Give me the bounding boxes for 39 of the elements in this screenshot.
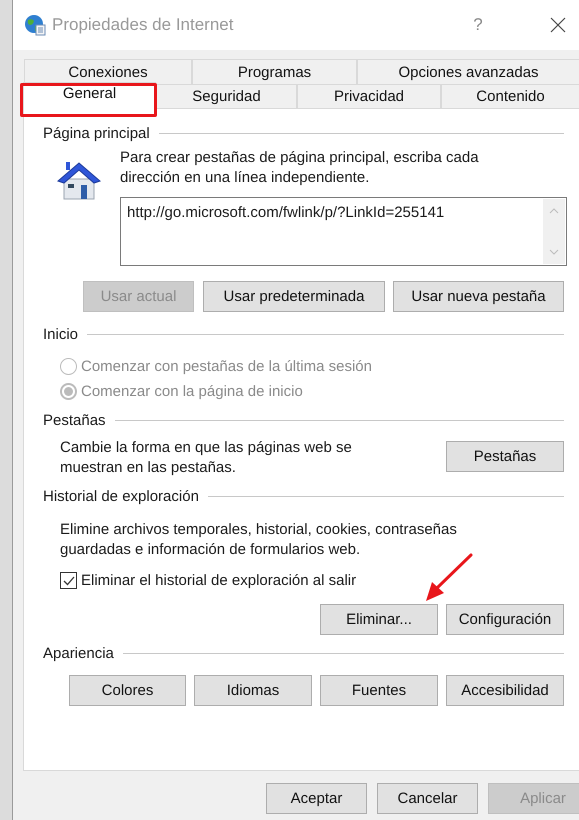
push-button[interactable]: Idiomas [194,675,312,706]
window-title: Propiedades de Internet [52,15,234,35]
scroll-up-icon[interactable] [549,208,559,214]
section-heading: Página principal [43,124,150,142]
dialog-button[interactable]: Cancelar [377,783,478,814]
section-heading: Pestañas [43,412,106,428]
tab[interactable]: Programas [192,59,357,84]
scrollbar[interactable] [543,199,565,264]
push-button[interactable]: Pestañas [446,441,564,472]
dialog-button[interactable]: Aceptar [266,783,367,814]
help-button[interactable]: ? [468,15,488,35]
tab[interactable]: Seguridad [156,84,297,108]
description: Cambie la forma en que las páginas web se muestran en las pestañas. [60,438,353,478]
check-icon [62,576,74,586]
section-heading: Inicio [43,326,78,342]
tab[interactable]: Opciones avanzadas [357,59,579,84]
globe-icon [24,14,46,36]
tab[interactable]: Privacidad [297,84,441,108]
push-button[interactable]: Accesibilidad [446,675,564,706]
push-button[interactable]: Eliminar... [320,604,438,635]
section-heading: Apariencia [43,644,114,662]
url-field[interactable]: http://go.microsoft.com/fwlink/p/?LinkId=255141 [120,197,567,266]
checkbox[interactable] [60,572,77,589]
checkbox-label: Eliminar el historial de exploración al salir [81,572,356,589]
radio-label: Comenzar con pestañas de la última sesión [81,358,372,375]
push-button[interactable]: Colores [69,675,186,706]
push-button[interactable]: Fuentes [320,675,438,706]
description: Para crear pestañas de página principal, escriba cada dirección en una línea independiente. [120,148,480,188]
tab[interactable]: Conexiones [24,59,192,84]
push-button[interactable]: Usar nueva pestaña [393,281,564,312]
push-button[interactable]: Configuración [446,604,564,635]
description: Elimine archivos temporales, historial, cookies, contraseñas guardadas e información de formularios web. [59,520,458,560]
house-icon [56,159,102,201]
close-icon[interactable] [550,17,566,33]
section-heading: Historial de exploración [43,488,199,504]
tab[interactable]: Contenido [441,84,579,108]
push-button[interactable]: Usar predeterminada [203,281,385,312]
scroll-down-icon[interactable] [549,249,559,255]
radio-label: Comenzar con la página de inicio [81,383,303,400]
